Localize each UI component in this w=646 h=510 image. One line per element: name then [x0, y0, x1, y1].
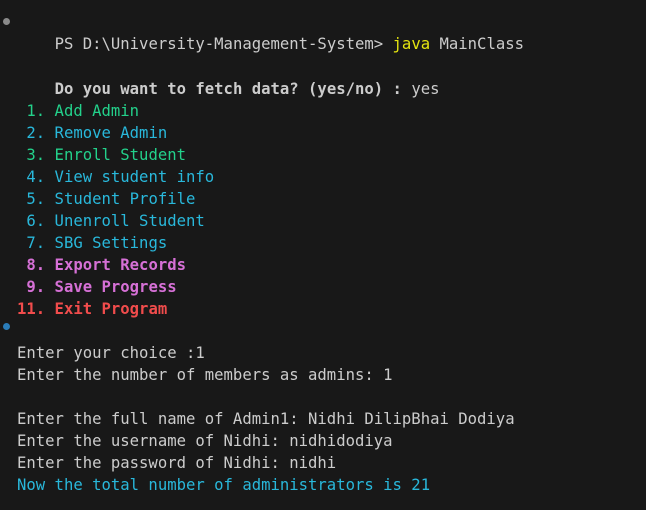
menu-item: 1. Add Admin [17, 100, 139, 122]
menu-item: 6. Unenroll Student [17, 210, 205, 232]
menu-item-number: 1. [17, 102, 46, 120]
menu-item-label: Student Profile [45, 190, 196, 208]
menu-item-label: Save Progress [45, 278, 177, 296]
menu-item: 8. Export Records [17, 254, 186, 276]
menu-item-label: Remove Admin [45, 124, 168, 142]
menu-item: 3. Enroll Student [17, 144, 186, 166]
menu-item-number: 8. [17, 256, 46, 274]
command-name: java [392, 35, 431, 53]
prompt-line: PS D:\University-Management-System> java… [17, 11, 524, 53]
menu-item: 7. SBG Settings [17, 232, 167, 254]
password-line: Enter the password of Nidhi: nidhi [17, 454, 337, 472]
admin-total-line: Now the total number of administrators i… [17, 476, 431, 494]
menu-item-label: Add Admin [45, 102, 140, 120]
menu-item-number: 11. [17, 300, 46, 318]
menu-item: 5. Student Profile [17, 188, 195, 210]
menu-item-label: Exit Program [45, 300, 168, 318]
menu-item-number: 4. [17, 168, 46, 186]
menu-item-label: Export Records [45, 256, 186, 274]
menu-item: 2. Remove Admin [17, 122, 167, 144]
command-marker-icon[interactable] [3, 18, 10, 25]
menu-item-number: 3. [17, 146, 46, 164]
command-marker-icon[interactable] [3, 323, 10, 330]
fetch-question-line: Do you want to fetch data? (yes/no) : ye… [17, 56, 440, 98]
choice-line: Enter your choice :1 [17, 344, 205, 362]
admin-count-line: Enter the number of members as admins: 1 [17, 366, 393, 384]
username-line: Enter the username of Nidhi: nidhidodiya [17, 432, 393, 450]
menu-item-label: Unenroll Student [45, 212, 205, 230]
fetch-answer: yes [411, 80, 440, 98]
menu-item-number: 5. [17, 190, 46, 208]
menu-item: 9. Save Progress [17, 276, 177, 298]
menu-item-label: SBG Settings [45, 234, 168, 252]
command-args: MainClass [430, 35, 524, 53]
prompt-path: PS D:\University-Management-System> [54, 35, 393, 53]
menu-item: 4. View student info [17, 166, 214, 188]
menu-item-label: View student info [45, 168, 215, 186]
fetch-question: Do you want to fetch data? (yes/no) : [54, 80, 412, 98]
full-name-line: Enter the full name of Admin1: Nidhi Dil… [17, 410, 515, 428]
menu-item-label: Enroll Student [45, 146, 186, 164]
menu-item-number: 2. [17, 124, 46, 142]
menu-item-number: 6. [17, 212, 46, 230]
menu-item-number: 9. [17, 278, 46, 296]
terminal-panel[interactable]: PS D:\University-Management-System> java… [0, 0, 646, 510]
menu-item: 11. Exit Program [17, 298, 167, 320]
menu-item-number: 7. [17, 234, 46, 252]
